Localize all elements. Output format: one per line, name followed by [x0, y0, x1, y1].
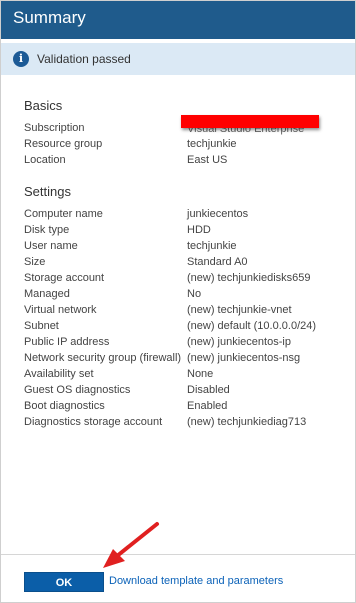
row-label: Managed [24, 288, 70, 300]
summary-row-resource-group: Resource group techjunkie [24, 138, 344, 154]
row-value: (new) default (10.0.0.0/24) [187, 320, 317, 332]
row-value: Standard A0 [187, 256, 248, 268]
summary-row: Storage account (new) techjunkiedisks659 [24, 272, 344, 288]
red-arrow-annotation [103, 522, 159, 568]
row-label: Public IP address [24, 336, 110, 348]
row-label: Storage account [24, 272, 105, 284]
summary-row: Computer name junkiecentos [24, 208, 344, 224]
row-label: Disk type [24, 224, 70, 236]
summary-blade: Summary i Validation passed Basics Subsc… [0, 0, 356, 603]
row-label: Network security group (firewall) [24, 352, 182, 364]
summary-row: User name techjunkie [24, 240, 344, 256]
row-value: Enabled [187, 400, 228, 412]
row-value: None [187, 368, 214, 380]
summary-row: Boot diagnostics Enabled [24, 400, 344, 416]
settings-heading: Settings [24, 184, 71, 199]
summary-row: Disk type HDD [24, 224, 344, 240]
blade-header: Summary [1, 1, 355, 39]
summary-row: Subnet (new) default (10.0.0.0/24) [24, 320, 344, 336]
row-label: Resource group [24, 138, 103, 150]
summary-row: Managed No [24, 288, 344, 304]
summary-row: Virtual network (new) techjunkie-vnet [24, 304, 344, 320]
row-label: Boot diagnostics [24, 400, 105, 412]
blade-title: Summary [13, 8, 86, 27]
row-value: Disabled [187, 384, 230, 396]
row-value: (new) junkiecentos-ip [187, 336, 291, 348]
row-label: Guest OS diagnostics [24, 384, 131, 396]
summary-row: Size Standard A0 [24, 256, 344, 272]
row-value: techjunkie [187, 138, 237, 150]
row-label: Subnet [24, 320, 59, 332]
footer-divider [1, 554, 355, 555]
summary-row: Availability set None [24, 368, 344, 384]
summary-row-location: Location East US [24, 154, 344, 170]
row-value: techjunkie [187, 240, 237, 252]
row-value: East US [187, 154, 228, 166]
redaction-bar [181, 115, 319, 128]
row-label: Location [24, 154, 66, 166]
summary-row: Diagnostics storage account (new) techjun… [24, 416, 344, 432]
summary-row: Guest OS diagnostics Disabled [24, 384, 344, 400]
row-value: (new) techjunkiediag713 [187, 416, 307, 428]
row-value: No [187, 288, 202, 300]
row-label: Computer name [24, 208, 103, 220]
info-icon: i [13, 51, 29, 67]
row-label: Subscription [24, 122, 85, 134]
basics-heading: Basics [24, 98, 63, 113]
row-label: Virtual network [24, 304, 97, 316]
row-value: (new) junkiecentos-nsg [187, 352, 301, 364]
validation-banner: i Validation passed [1, 43, 355, 75]
summary-row: Public IP address (new) junkiecentos-ip [24, 336, 344, 352]
validation-message: Validation passed [37, 52, 131, 66]
row-label: Diagnostics storage account [24, 416, 163, 428]
row-label: Availability set [24, 368, 94, 380]
row-value: junkiecentos [187, 208, 249, 220]
summary-row: Network security group (firewall) (new) j… [24, 352, 344, 368]
row-value: (new) techjunkie-vnet [187, 304, 292, 316]
row-label: User name [24, 240, 78, 252]
row-label: Size [24, 256, 46, 268]
row-value: HDD [187, 224, 211, 236]
row-value: (new) techjunkiedisks659 [187, 272, 311, 284]
